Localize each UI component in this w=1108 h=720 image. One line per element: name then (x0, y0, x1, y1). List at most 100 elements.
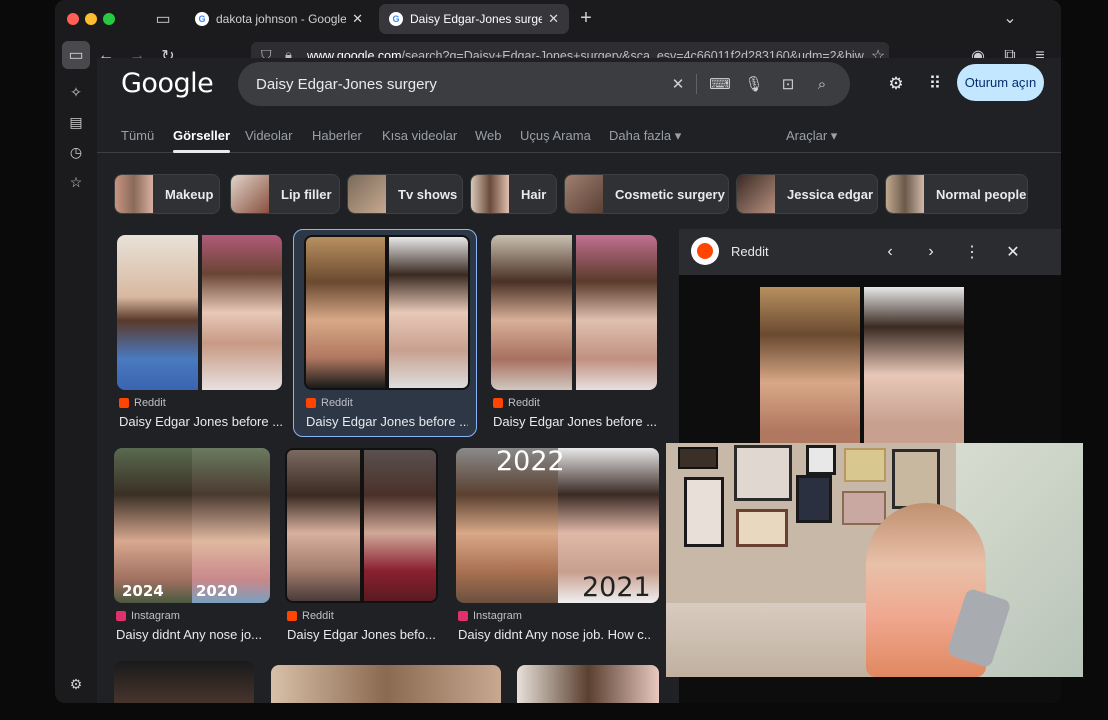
tab-videos[interactable]: Videolar (245, 128, 292, 143)
image-result[interactable] (517, 665, 659, 703)
tab-flights[interactable]: Uçuş Arama (520, 128, 591, 143)
tab-news[interactable]: Haberler (312, 128, 362, 143)
preview-source[interactable]: Reddit (731, 244, 769, 259)
chip-thumb (886, 175, 924, 213)
lens-icon[interactable]: ⊡ (778, 74, 798, 94)
result-image (304, 235, 470, 390)
preview-header: Reddit ‹ › ⋮ ✕ (679, 229, 1061, 275)
chip-cosmetic-surgery[interactable]: Cosmetic surgery (564, 174, 729, 214)
reddit-icon (119, 398, 129, 408)
year-label: 2024 (122, 582, 164, 600)
tab-more[interactable]: Daha fazla ▾ (609, 128, 681, 144)
result-source: Instagram (458, 610, 522, 622)
mic-icon[interactable]: 🎙︎ (744, 74, 764, 94)
tab-dakota[interactable]: G dakota johnson - Google'da Ara ✕ (185, 4, 373, 34)
video-frame (736, 509, 788, 547)
result-caption[interactable]: Daisy Edgar Jones before ... (306, 414, 468, 429)
reddit-icon (493, 398, 503, 408)
result-source: Reddit (306, 397, 353, 409)
browser-sidebar: ✧ ▤ ◷ ☆ ⚙ (55, 74, 97, 703)
result-image (117, 235, 282, 390)
chip-thumb (471, 175, 509, 213)
maximize-window-button[interactable] (103, 13, 115, 25)
instagram-icon (116, 611, 126, 621)
image-result-selected[interactable]: Reddit Daisy Edgar Jones before ... (304, 235, 470, 435)
result-source: Reddit (287, 610, 334, 622)
chip-thumb (348, 175, 386, 213)
tools-button[interactable]: Araçlar ▾ (786, 128, 837, 144)
tab-all[interactable]: Tümü (121, 128, 154, 143)
image-result[interactable]: Reddit Daisy Edgar Jones before ... (117, 235, 282, 435)
search-box[interactable]: Daisy Edgar-Jones surgery ✕ ⌨ 🎙︎ ⊡ ⌕ (238, 62, 850, 106)
more-options-icon[interactable]: ⋮ (961, 241, 983, 263)
ai-sparkle-icon[interactable]: ✧ (66, 82, 86, 102)
image-result[interactable]: 2024 2020 Instagram Daisy didnt Any nose… (114, 448, 270, 648)
sidebar-toggle-icon[interactable]: ▭ (62, 41, 90, 69)
tab-daisy[interactable]: G Daisy Edgar-Jones surgery - Go ✕ (379, 4, 569, 34)
search-input[interactable]: Daisy Edgar-Jones surgery (256, 76, 437, 93)
tab-web[interactable]: Web (475, 128, 502, 143)
close-preview-icon[interactable]: ✕ (1002, 241, 1024, 263)
result-caption[interactable]: Daisy didnt Any nose job. How c... (458, 627, 650, 642)
new-tab-button[interactable]: + (575, 7, 597, 29)
result-source: Reddit (493, 397, 540, 409)
chip-normal-people[interactable]: Normal people (885, 174, 1028, 214)
chip-tv-shows[interactable]: Tv shows (347, 174, 463, 214)
chip-hair[interactable]: Hair (470, 174, 557, 214)
tab-short-videos[interactable]: Kısa videolar (382, 128, 457, 143)
picture-in-picture-video[interactable] (666, 443, 1083, 677)
tab-images[interactable]: Görseller (173, 128, 231, 153)
chip-lip-filler[interactable]: Lip filler (230, 174, 340, 214)
google-favicon-icon: G (389, 12, 403, 26)
tab-overview-icon[interactable]: ▭ (152, 8, 174, 30)
google-favicon-icon: G (195, 12, 209, 26)
clock-icon[interactable]: ◷ (66, 142, 86, 162)
video-frame (734, 445, 792, 501)
apps-grid-icon[interactable]: ⠿ (923, 72, 947, 96)
result-caption[interactable]: Daisy Edgar Jones before ... (493, 414, 657, 429)
video-frame (844, 448, 886, 482)
image-result[interactable] (114, 661, 254, 703)
image-result[interactable] (271, 665, 501, 703)
result-image (114, 448, 270, 603)
video-frame (892, 449, 940, 509)
next-icon[interactable]: › (920, 241, 942, 263)
history-doc-icon[interactable]: ▤ (66, 112, 86, 132)
bookmarks-star-icon[interactable]: ☆ (66, 172, 86, 192)
chip-makeup[interactable]: Makeup (114, 174, 220, 214)
close-tab-icon[interactable]: ✕ (352, 11, 363, 27)
year-label: 2020 (196, 582, 238, 600)
chip-thumb (565, 175, 603, 213)
chip-thumb (231, 175, 269, 213)
instagram-icon (458, 611, 468, 621)
tab-bar: ▭ G dakota johnson - Google'da Ara ✕ G D… (55, 0, 1061, 37)
google-logo[interactable]: Google (121, 68, 214, 99)
image-result[interactable]: Reddit Daisy Edgar Jones before ... (491, 235, 657, 435)
result-source: Reddit (119, 397, 166, 409)
result-caption[interactable]: Daisy Edgar Jones befo... (287, 627, 438, 642)
signin-button[interactable]: Oturum açın (957, 64, 1044, 101)
preview-image[interactable] (760, 287, 964, 447)
keyboard-icon[interactable]: ⌨ (709, 74, 731, 94)
close-tab-icon[interactable]: ✕ (548, 11, 559, 27)
video-frame (796, 475, 832, 523)
tab-list-chevron-icon[interactable]: ⌄ (999, 7, 1021, 29)
minimize-window-button[interactable] (85, 13, 97, 25)
settings-gear-icon[interactable]: ⚙ (66, 674, 86, 694)
settings-icon[interactable]: ⚙ (884, 72, 908, 96)
result-caption[interactable]: Daisy didnt Any nose jo... (116, 627, 270, 642)
video-frame (806, 445, 836, 475)
clear-icon[interactable]: ✕ (668, 74, 688, 94)
search-icon[interactable]: ⌕ (812, 74, 832, 94)
search-divider (696, 74, 697, 94)
chip-jessica-edgar[interactable]: Jessica edgar (736, 174, 878, 214)
result-caption[interactable]: Daisy Edgar Jones before ... (119, 414, 282, 429)
chip-thumb (115, 175, 153, 213)
image-result[interactable]: 2022 2021 Instagram Daisy didnt Any nose… (456, 446, 659, 648)
image-result[interactable]: Reddit Daisy Edgar Jones befo... (285, 448, 438, 648)
video-frame (842, 491, 886, 525)
previous-icon[interactable]: ‹ (879, 241, 901, 263)
chip-thumb (737, 175, 775, 213)
close-window-button[interactable] (67, 13, 79, 25)
reddit-icon (306, 398, 316, 408)
